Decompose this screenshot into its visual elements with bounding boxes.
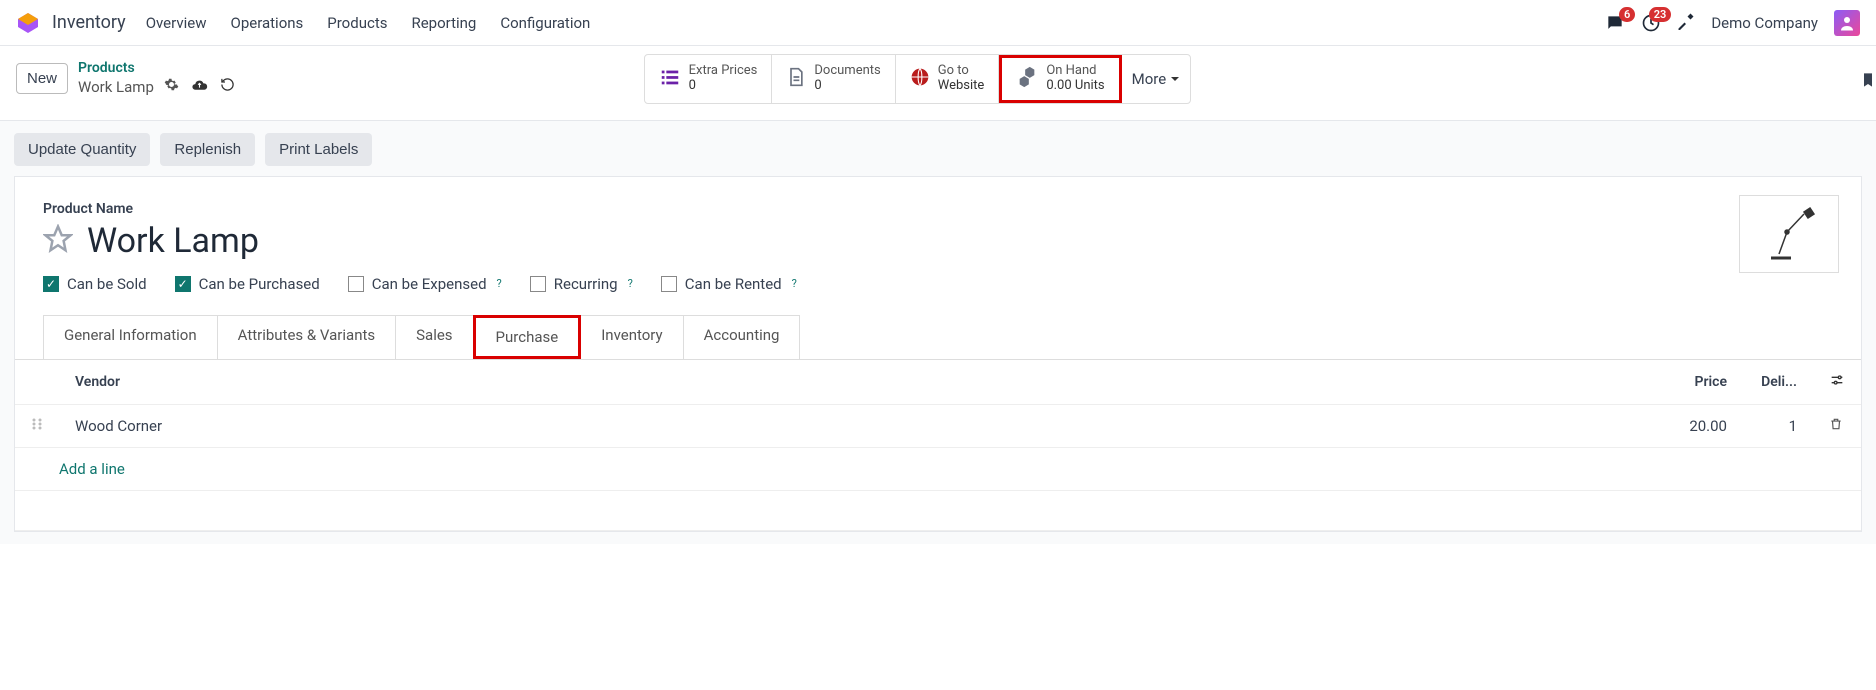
nav-reporting[interactable]: Reporting xyxy=(411,14,476,32)
tab-purchase[interactable]: Purchase xyxy=(473,315,582,359)
cell-vendor[interactable]: Wood Corner xyxy=(59,404,1121,447)
help-icon[interactable]: ? xyxy=(792,277,797,290)
nav-links: Overview Operations Products Reporting C… xyxy=(146,14,591,32)
trash-icon xyxy=(1829,417,1843,431)
app-title[interactable]: Inventory xyxy=(52,12,126,33)
tab-attributes-variants[interactable]: Attributes & Variants xyxy=(217,315,396,359)
form-sheet: Product Name Work Lamp ✓ Can be Sold ✓ C… xyxy=(14,176,1862,532)
new-button[interactable]: New xyxy=(16,63,68,94)
cloud-upload-button[interactable] xyxy=(191,77,208,98)
caret-down-icon xyxy=(1170,74,1180,84)
bookmark-toggle[interactable] xyxy=(1860,70,1876,94)
stat-button-group: Extra Prices 0 Documents 0 Go to Website… xyxy=(644,54,1192,104)
cell-delivery[interactable]: 1 xyxy=(1743,404,1813,447)
update-quantity-button[interactable]: Update Quantity xyxy=(14,133,150,166)
sliders-icon xyxy=(1829,372,1845,388)
can-be-purchased-checkbox[interactable]: ✓ Can be Purchased xyxy=(175,275,320,293)
checkbox-icon xyxy=(530,276,546,292)
debug-button[interactable] xyxy=(1677,12,1695,34)
stat-extra-prices[interactable]: Extra Prices 0 xyxy=(645,55,773,103)
tab-general-information[interactable]: General Information xyxy=(43,315,218,359)
drag-handle[interactable] xyxy=(31,417,43,435)
star-icon xyxy=(43,224,73,254)
globe-icon xyxy=(910,67,930,91)
tab-bar: General Information Attributes & Variant… xyxy=(43,315,1833,359)
col-delivery[interactable]: Deli... xyxy=(1743,360,1813,405)
breadcrumb-parent[interactable]: Products xyxy=(78,60,235,77)
help-icon[interactable]: ? xyxy=(628,277,633,290)
gear-icon xyxy=(164,77,179,92)
list-icon xyxy=(659,66,681,92)
grip-icon xyxy=(31,417,43,431)
company-selector[interactable]: Demo Company xyxy=(1711,14,1818,32)
activities-badge: 23 xyxy=(1649,7,1672,22)
checkbox-icon xyxy=(348,276,364,292)
checkbox-icon: ✓ xyxy=(43,276,59,292)
nav-products[interactable]: Products xyxy=(327,14,387,32)
tab-accounting[interactable]: Accounting xyxy=(683,315,801,359)
undo-icon xyxy=(220,77,235,92)
stat-website[interactable]: Go to Website xyxy=(896,55,1000,103)
tab-inventory[interactable]: Inventory xyxy=(580,315,683,359)
bookmark-icon xyxy=(1860,70,1876,90)
messages-badge: 6 xyxy=(1619,7,1635,22)
content-area: Update Quantity Replenish Print Labels P… xyxy=(0,121,1876,544)
product-name-label: Product Name xyxy=(43,201,1833,217)
avatar-icon xyxy=(1838,14,1856,32)
table-row[interactable]: Wood Corner 20.00 1 xyxy=(15,404,1861,447)
help-icon[interactable]: ? xyxy=(497,277,502,290)
breadcrumb-current: Work Lamp xyxy=(78,78,154,96)
delete-row-button[interactable] xyxy=(1829,417,1843,435)
product-image[interactable] xyxy=(1739,195,1839,273)
cell-price[interactable]: 20.00 xyxy=(1121,404,1743,447)
messages-button[interactable]: 6 xyxy=(1605,13,1625,33)
add-line-button[interactable]: Add a line xyxy=(15,448,1861,490)
stat-on-hand[interactable]: On Hand 0.00 Units xyxy=(999,55,1121,103)
print-labels-button[interactable]: Print Labels xyxy=(265,133,372,166)
app-icon xyxy=(16,11,40,35)
document-icon xyxy=(786,66,806,92)
cloud-icon xyxy=(191,77,208,94)
settings-gear-button[interactable] xyxy=(164,77,179,98)
user-avatar[interactable] xyxy=(1834,10,1860,36)
activities-button[interactable]: 23 xyxy=(1641,13,1661,33)
wrench-icon xyxy=(1677,12,1695,30)
col-options[interactable] xyxy=(1813,360,1861,405)
nav-overview[interactable]: Overview xyxy=(146,14,207,32)
col-price[interactable]: Price xyxy=(1121,360,1743,405)
recurring-checkbox[interactable]: Recurring? xyxy=(530,275,633,293)
breadcrumb-bar: New Products Work Lamp Extra Prices 0 Do… xyxy=(0,46,1876,121)
stat-more[interactable]: More xyxy=(1122,55,1191,103)
checkbox-icon xyxy=(661,276,677,292)
tab-content-purchase: Vendor Price Deli... Wood Corner 20.00 1 xyxy=(15,359,1861,531)
boxes-icon xyxy=(1016,66,1038,92)
vendor-table: Vendor Price Deli... Wood Corner 20.00 1 xyxy=(15,360,1861,531)
product-title[interactable]: Work Lamp xyxy=(87,221,259,261)
nav-operations[interactable]: Operations xyxy=(231,14,304,32)
stat-documents[interactable]: Documents 0 xyxy=(772,55,895,103)
col-vendor[interactable]: Vendor xyxy=(59,360,1121,405)
lamp-icon xyxy=(1759,204,1819,264)
favorite-toggle[interactable] xyxy=(43,224,73,258)
replenish-button[interactable]: Replenish xyxy=(160,133,255,166)
can-be-sold-checkbox[interactable]: ✓ Can be Sold xyxy=(43,275,147,293)
can-be-rented-checkbox[interactable]: Can be Rented? xyxy=(661,275,797,293)
checkbox-icon: ✓ xyxy=(175,276,191,292)
top-navbar: Inventory Overview Operations Products R… xyxy=(0,0,1876,46)
nav-configuration[interactable]: Configuration xyxy=(500,14,590,32)
tab-sales[interactable]: Sales xyxy=(395,315,473,359)
discard-button[interactable] xyxy=(220,77,235,98)
can-be-expensed-checkbox[interactable]: Can be Expensed? xyxy=(348,275,502,293)
